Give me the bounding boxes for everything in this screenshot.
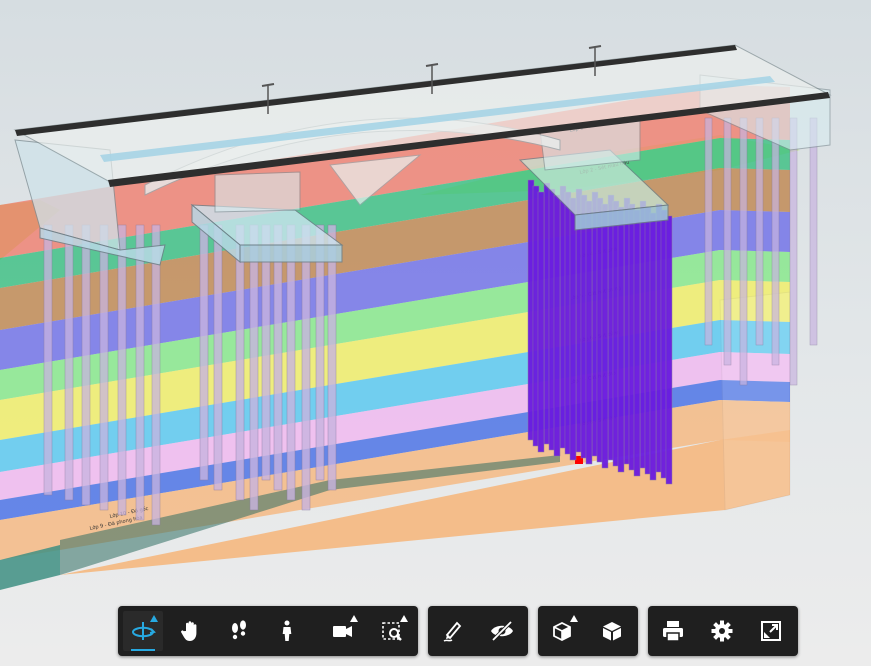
eye-off-icon xyxy=(489,619,515,643)
toolbar-group-navigation xyxy=(118,606,418,656)
pencil-icon xyxy=(441,619,465,643)
bored-pile xyxy=(537,191,545,453)
bored-pile xyxy=(249,224,259,511)
bored-pile xyxy=(81,224,91,506)
bored-pile xyxy=(43,224,53,496)
printer-icon xyxy=(661,619,685,643)
print-button[interactable] xyxy=(653,611,693,651)
bored-pile xyxy=(117,224,127,516)
bored-pile xyxy=(755,117,764,346)
bored-pile xyxy=(601,203,609,469)
bored-pile xyxy=(301,224,311,511)
model-browser-button[interactable] xyxy=(592,611,632,651)
pan-button[interactable] xyxy=(171,611,211,651)
dropdown-indicator-icon xyxy=(150,615,158,622)
section-button[interactable] xyxy=(543,611,583,651)
light-pole xyxy=(425,63,439,67)
first-person-button[interactable] xyxy=(267,611,307,651)
light-pole xyxy=(588,45,602,49)
bored-pile xyxy=(199,224,209,481)
footprints-icon xyxy=(227,619,251,643)
bored-pile xyxy=(585,200,593,465)
camera-button[interactable] xyxy=(323,611,363,651)
bored-pile xyxy=(235,224,245,501)
bored-pile xyxy=(569,197,577,461)
bored-pile xyxy=(553,194,561,457)
bored-pile xyxy=(649,212,657,481)
toolbar-group-settings xyxy=(648,606,798,656)
bored-pile xyxy=(64,224,74,501)
pile-cap xyxy=(239,244,343,263)
bored-pile xyxy=(261,224,271,481)
settings-button[interactable] xyxy=(702,611,742,651)
bored-pile xyxy=(151,224,161,526)
bored-pile xyxy=(273,224,283,491)
zoom-window-icon xyxy=(381,619,405,643)
bored-pile xyxy=(771,117,780,366)
toolbar-group-markup xyxy=(428,606,528,656)
hide-button[interactable] xyxy=(482,611,522,651)
bored-pile xyxy=(809,117,818,346)
person-icon xyxy=(275,619,299,643)
3d-model-viewport[interactable]: Lớp 1 - Bùn sét màu xámLớp 2 - Sét màu n… xyxy=(0,0,871,666)
bored-pile xyxy=(315,224,325,481)
dropdown-indicator-icon xyxy=(570,615,578,622)
fullscreen-button[interactable] xyxy=(751,611,791,651)
hand-icon xyxy=(179,619,203,643)
section-box-icon xyxy=(551,619,575,643)
cube-icon xyxy=(600,619,624,643)
bored-pile xyxy=(99,224,109,511)
dropdown-indicator-icon xyxy=(350,615,358,622)
zoom-window-button[interactable] xyxy=(373,611,413,651)
bored-pile xyxy=(704,117,713,346)
bridge-geology-model[interactable]: Lớp 1 - Bùn sét màu xámLớp 2 - Sét màu n… xyxy=(0,0,871,666)
orbit-button[interactable] xyxy=(123,611,163,651)
bored-pile xyxy=(739,117,748,386)
bored-pile xyxy=(286,224,296,501)
bored-pile xyxy=(665,215,673,485)
bored-pile xyxy=(327,224,337,491)
gear-icon xyxy=(710,619,734,643)
light-pole xyxy=(261,83,275,87)
bored-pile xyxy=(633,209,641,477)
bored-pile xyxy=(617,206,625,473)
pier-column xyxy=(214,171,301,213)
fullscreen-icon xyxy=(759,619,783,643)
markup-button[interactable] xyxy=(433,611,473,651)
toolbar-group-model xyxy=(538,606,638,656)
bored-pile xyxy=(723,117,732,366)
camera-icon xyxy=(331,619,355,643)
bored-pile xyxy=(213,224,223,491)
bored-pile xyxy=(135,224,145,521)
walk-button[interactable] xyxy=(219,611,259,651)
dropdown-indicator-icon xyxy=(400,615,408,622)
bored-pile xyxy=(789,117,798,386)
